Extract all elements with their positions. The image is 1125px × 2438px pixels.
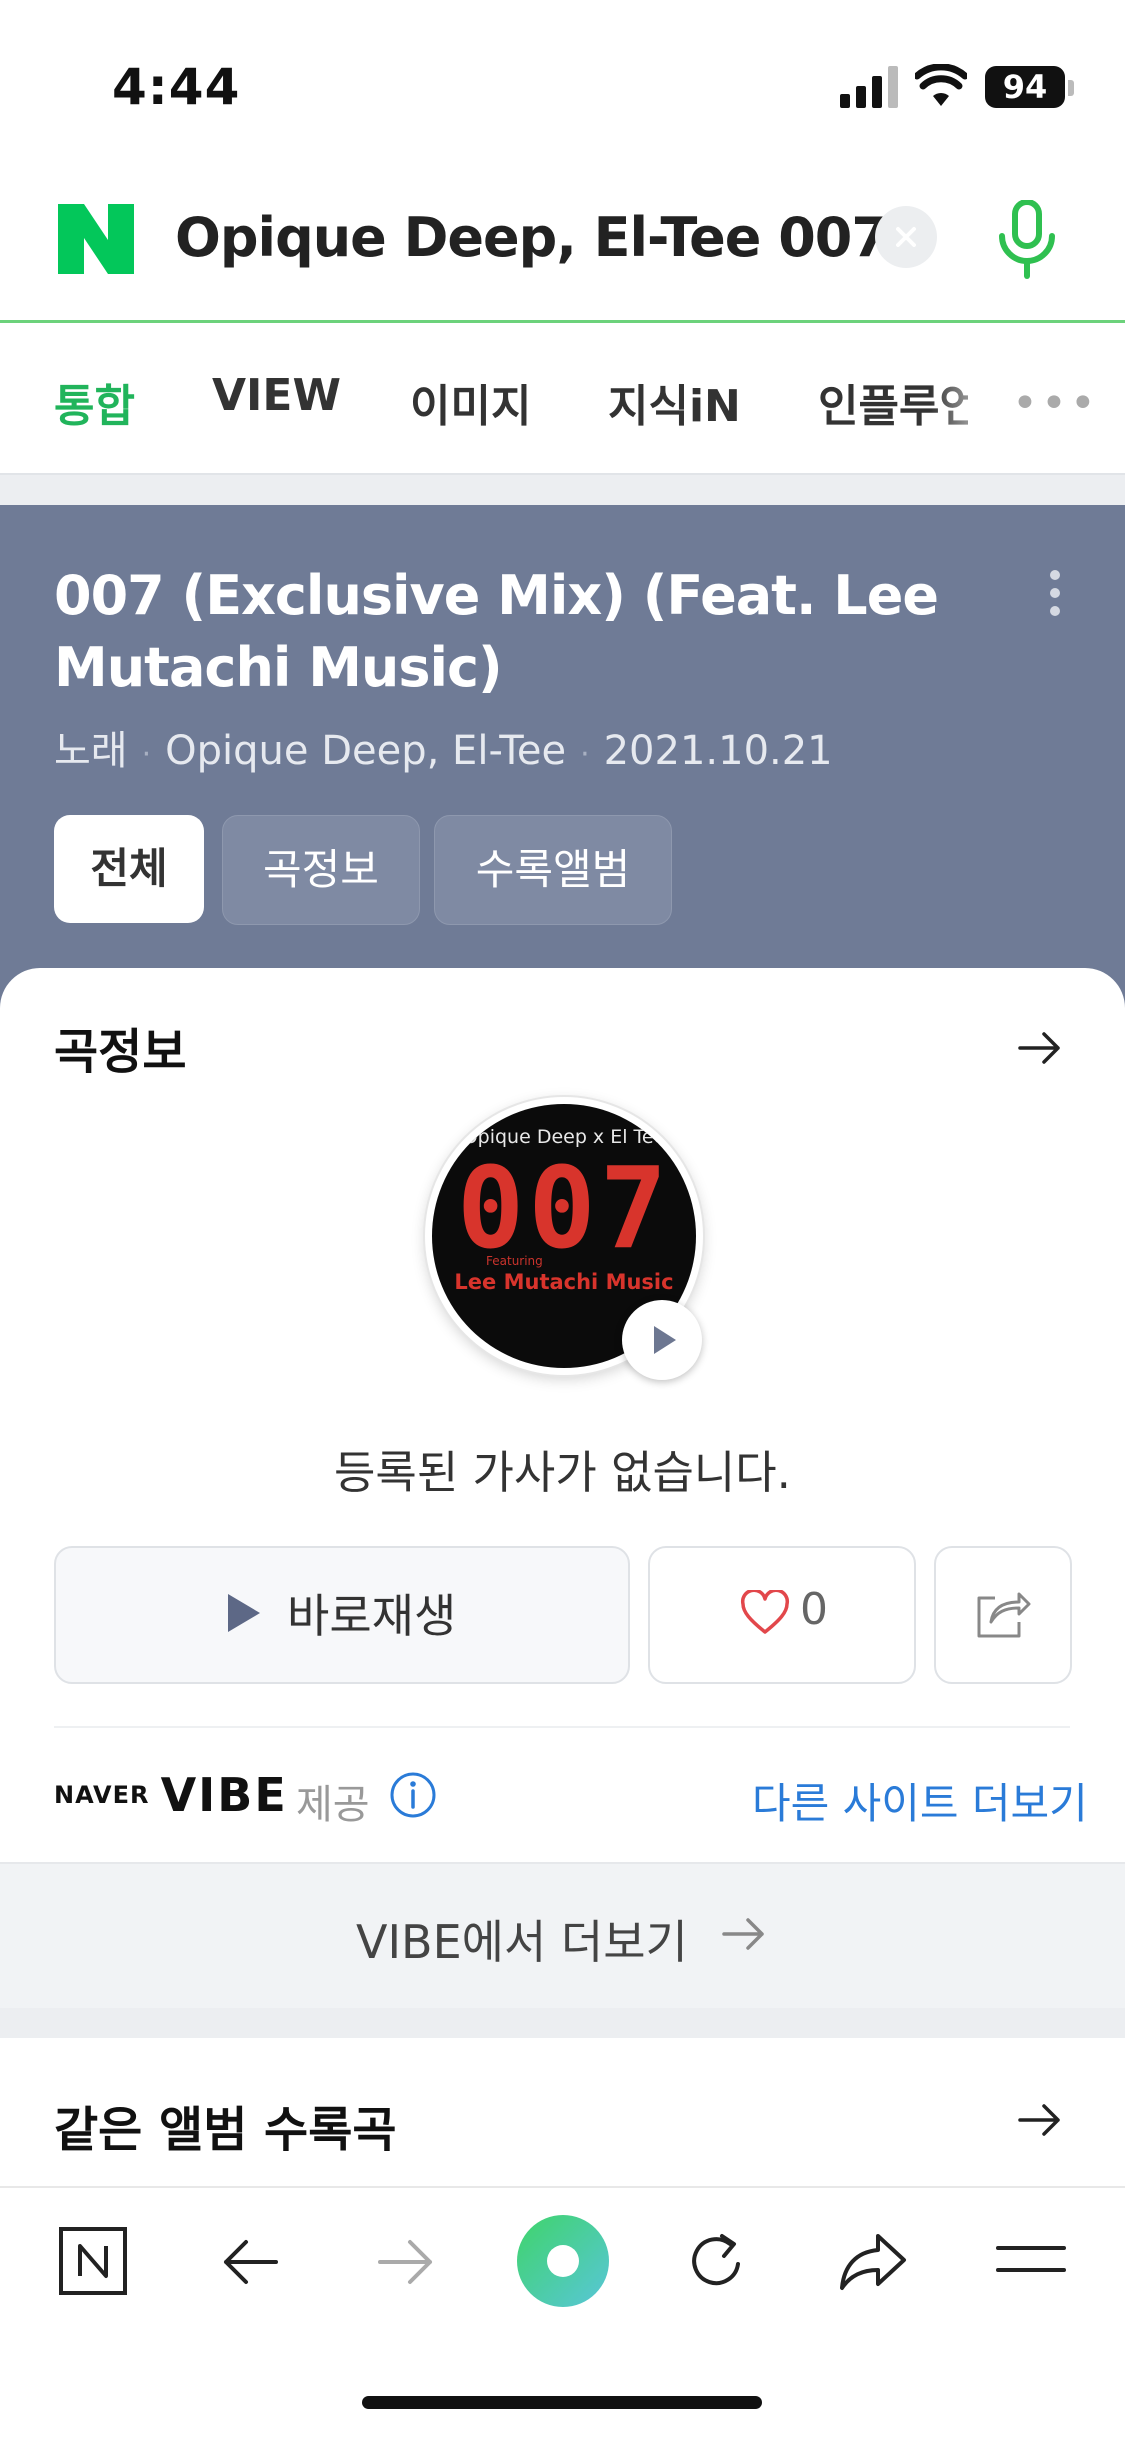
search-input[interactable]: Opique Deep, El-Tee 007 xyxy=(175,206,889,269)
vibe-more-label: VIBE에서 더보기 xyxy=(356,1915,688,1969)
menu-icon[interactable] xyxy=(996,2240,1066,2280)
naver-logo-icon[interactable] xyxy=(58,204,134,274)
song-type: 노래 xyxy=(54,728,128,774)
share-icon xyxy=(977,1592,1031,1638)
provider-label: 제공 xyxy=(296,1782,370,1828)
album-play-button[interactable] xyxy=(622,1300,702,1380)
song-date: 2021.10.21 xyxy=(603,728,833,774)
cellular-signal-icon xyxy=(840,66,900,108)
home-indicator[interactable] xyxy=(362,2396,762,2409)
battery-indicator: 94 xyxy=(985,66,1065,108)
more-tabs-icon[interactable]: ••• xyxy=(1012,378,1099,429)
arrow-right-icon xyxy=(722,1918,764,1950)
tab-fade xyxy=(930,360,1010,430)
battery-tip-icon xyxy=(1068,80,1074,96)
more-options-icon[interactable] xyxy=(1050,570,1062,624)
naver-vibe-logo: NAVER VIBE xyxy=(54,1768,288,1822)
album-art-number: 007 xyxy=(456,1144,672,1274)
album-art-featuring: Featuring xyxy=(486,1254,543,1268)
share-forward-icon[interactable] xyxy=(838,2230,908,2294)
status-time: 4:44 xyxy=(112,58,241,116)
heart-icon xyxy=(740,1590,790,1634)
refresh-icon[interactable] xyxy=(682,2228,750,2296)
lyrics-empty-message: 등록된 가사가 없습니다. xyxy=(334,1446,791,1499)
section-separator xyxy=(0,2008,1125,2038)
play-icon xyxy=(654,1326,676,1354)
section-separator xyxy=(0,473,1125,507)
play-icon xyxy=(228,1594,260,1632)
naver-home-icon[interactable] xyxy=(58,2226,128,2296)
arrow-right-icon[interactable] xyxy=(1016,1024,1064,1072)
info-icon[interactable] xyxy=(388,1770,438,1820)
same-album-heading[interactable]: 같은 앨범 수록곡 xyxy=(54,2090,397,2160)
song-title: 007 (Exclusive Mix) (Feat. Lee Mutachi M… xyxy=(54,564,939,699)
search-underline xyxy=(0,320,1125,323)
tab-knowledge-in[interactable]: 지식iN xyxy=(608,370,741,434)
song-artist[interactable]: Opique Deep, El-Tee xyxy=(165,728,566,774)
filter-album-button[interactable]: 수록앨범 xyxy=(434,815,672,925)
play-now-label: 바로재생 xyxy=(287,1589,457,1643)
vibe-wordmark: VIBE xyxy=(160,1768,288,1822)
like-count: 0 xyxy=(800,1584,828,1635)
tab-integrated[interactable]: 통합 xyxy=(54,370,135,434)
forward-icon[interactable] xyxy=(376,2232,436,2292)
arrow-right-icon[interactable] xyxy=(1016,2096,1064,2144)
back-icon[interactable] xyxy=(220,2232,280,2292)
naver-wordmark: NAVER xyxy=(54,1781,150,1809)
song-meta: 노래 · Opique Deep, El-Tee · 2021.10.21 xyxy=(54,728,833,774)
more-sites-link[interactable]: 다른 사이트 더보기 xyxy=(752,1770,1088,1831)
green-dot-icon[interactable] xyxy=(516,2214,610,2308)
close-icon xyxy=(896,227,916,247)
tab-images[interactable]: 이미지 xyxy=(410,370,531,434)
wifi-icon xyxy=(915,64,967,106)
clear-search-button[interactable] xyxy=(875,206,937,268)
tab-view[interactable]: VIEW xyxy=(212,370,341,421)
album-art-feat-name: Lee Mutachi Music xyxy=(454,1270,674,1294)
microphone-icon[interactable] xyxy=(992,200,1062,280)
filter-song-info-button[interactable]: 곡정보 xyxy=(222,815,420,925)
divider xyxy=(54,1726,1070,1728)
filter-all-button[interactable]: 전체 xyxy=(54,815,204,923)
song-info-heading[interactable]: 곡정보 xyxy=(54,1012,186,1082)
